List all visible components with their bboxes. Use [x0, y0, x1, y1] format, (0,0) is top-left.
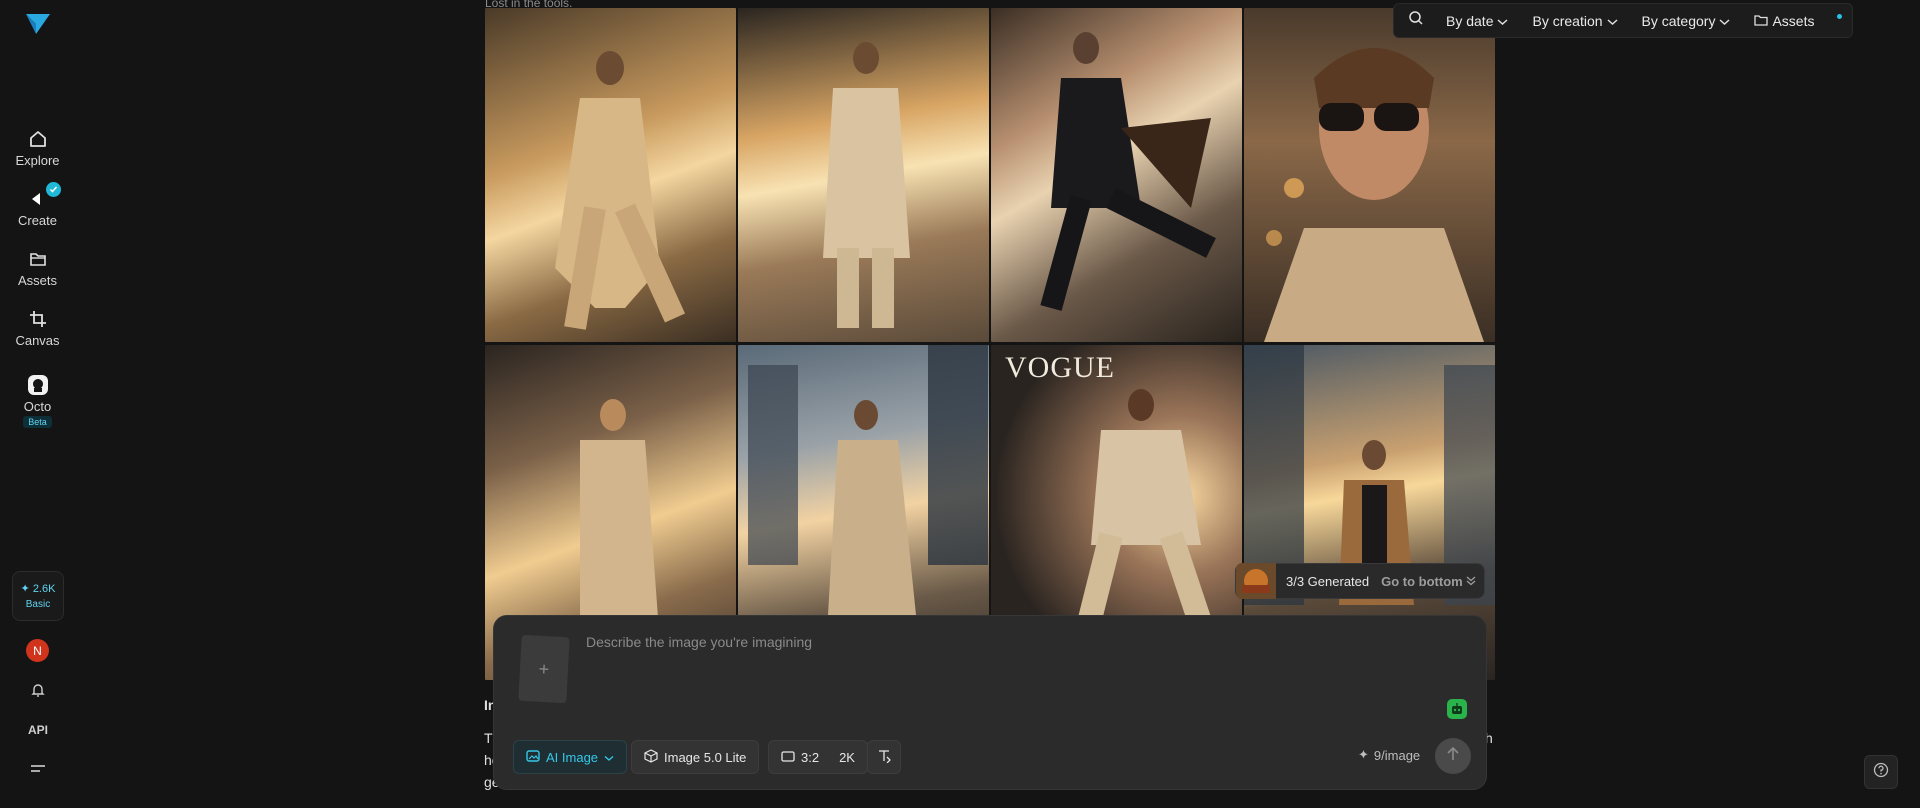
folder-icon: [1754, 13, 1769, 29]
assets-label: Assets: [1772, 12, 1815, 29]
generation-status[interactable]: 3/3 Generated Go to bottom: [1235, 563, 1485, 599]
generated-image[interactable]: [991, 8, 1242, 342]
api-link[interactable]: API: [26, 720, 50, 740]
generated-image[interactable]: [1244, 8, 1495, 342]
notification-dot: [1837, 14, 1842, 19]
resolution-label: 2K: [839, 749, 855, 765]
send-button[interactable]: [1435, 738, 1471, 774]
image-icon: [526, 749, 540, 766]
generation-status-text: 3/3 Generated: [1286, 573, 1370, 589]
crop-icon: [27, 308, 49, 330]
sidebar-item-create[interactable]: Create: [0, 182, 75, 228]
plus-icon: +: [538, 658, 550, 679]
assets-button[interactable]: Assets: [1754, 13, 1814, 29]
prompt-input[interactable]: [586, 634, 1366, 650]
generated-image[interactable]: [485, 8, 736, 342]
filter-bar: By date By creation By category Assets: [1393, 3, 1853, 38]
question-icon: [1873, 762, 1889, 783]
avatar[interactable]: N: [26, 639, 49, 662]
go-to-bottom-label: Go to bottom: [1381, 573, 1463, 589]
text-format-icon: [877, 749, 891, 766]
filter-by-creation[interactable]: By creation: [1532, 12, 1618, 29]
bell-icon[interactable]: [26, 680, 50, 700]
help-button[interactable]: [1864, 755, 1898, 789]
sparkle-icon: ✦: [1358, 747, 1369, 762]
generated-image[interactable]: [738, 8, 989, 342]
mode-label: AI Image: [546, 749, 599, 765]
sidebar: Explore Create Assets Canvas Octo Beta ✦…: [0, 0, 75, 808]
octo-icon: [27, 374, 49, 396]
mode-selector[interactable]: AI Image: [513, 740, 628, 774]
sidebar-item-assets[interactable]: Assets: [0, 248, 75, 288]
go-to-bottom-button[interactable]: Go to bottom: [1381, 574, 1476, 589]
arrow-up-icon: [1446, 746, 1460, 767]
filter-by-category[interactable]: By category: [1642, 13, 1731, 29]
double-chevron-down-icon: [1466, 574, 1476, 589]
filter-by-date[interactable]: By date: [1446, 13, 1508, 29]
model-selector[interactable]: Image 5.0 Lite: [631, 740, 760, 774]
sidebar-item-label: Explore: [15, 153, 60, 168]
generated-thumbnail: [1236, 563, 1276, 599]
sidebar-item-octo[interactable]: Octo Beta: [0, 374, 75, 428]
credits-badge[interactable]: ✦ 2.6K Basic: [12, 571, 64, 621]
model-label: Image 5.0 Lite: [664, 749, 747, 765]
filter-label: By date: [1446, 12, 1494, 29]
cube-icon: [644, 748, 658, 766]
sidebar-item-label: Octo: [23, 399, 52, 414]
prompt-composer: + AI Image Image 5.0 Lite 3:2 2K ✦ 9/ima…: [493, 615, 1487, 790]
robot-icon[interactable]: [1447, 699, 1467, 719]
check-badge-icon: [45, 182, 61, 197]
app-logo-icon[interactable]: [24, 10, 52, 38]
cost-label: 9/image: [1373, 747, 1421, 763]
beta-badge: Beta: [23, 416, 52, 428]
tile-caption: VOGUE: [1005, 351, 1115, 384]
filter-label: By creation: [1532, 12, 1603, 29]
menu-icon[interactable]: [26, 760, 50, 780]
sidebar-item-label: Assets: [17, 273, 57, 288]
credits-amount: 2.6K: [32, 583, 56, 595]
plan-tier: Basic: [25, 599, 51, 610]
sidebar-item-canvas[interactable]: Canvas: [0, 308, 75, 348]
aspect-ratio-label: 3:2: [801, 749, 820, 765]
text-style-button[interactable]: [867, 740, 901, 774]
add-reference-button[interactable]: +: [518, 634, 570, 704]
chevron-down-icon: [604, 750, 614, 765]
folder-icon: [27, 248, 49, 270]
aspect-ratio-icon: [781, 750, 795, 765]
chevron-down-icon: [1497, 13, 1508, 29]
chevron-down-icon: [1607, 13, 1618, 29]
sidebar-item-label: Create: [17, 213, 58, 228]
home-icon: [27, 128, 49, 150]
sidebar-item-explore[interactable]: Explore: [0, 128, 75, 168]
chevron-down-icon: [1719, 13, 1730, 29]
credits-value: ✦ 2.6K: [20, 583, 56, 595]
sidebar-item-label: Canvas: [15, 333, 60, 348]
sparkle-pen-icon: [27, 182, 61, 210]
search-icon[interactable]: [1408, 10, 1424, 31]
size-selector[interactable]: 3:2 2K: [768, 740, 868, 774]
cost-per-image: ✦ 9/image: [1358, 747, 1420, 763]
filter-label: By category: [1641, 12, 1716, 29]
